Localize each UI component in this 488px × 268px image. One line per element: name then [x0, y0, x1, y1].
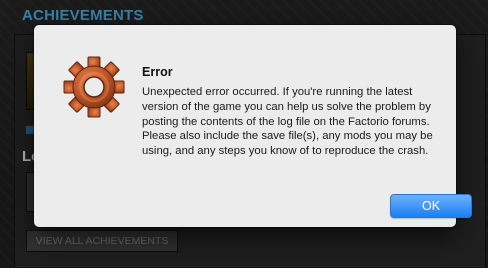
ok-button[interactable]: OK [390, 194, 472, 218]
dialog-title: Error [142, 65, 173, 79]
gear-icon [62, 55, 126, 119]
ok-button-label: OK [421, 199, 441, 213]
error-dialog: Error Unexpected error occurred. If you'… [34, 25, 472, 227]
message-paragraph: Please also include the save file(s), an… [142, 130, 433, 158]
dialog-message: Unexpected error occurred. If you're run… [142, 85, 442, 159]
message-paragraph: Unexpected error occurred. If you're run… [142, 86, 431, 128]
